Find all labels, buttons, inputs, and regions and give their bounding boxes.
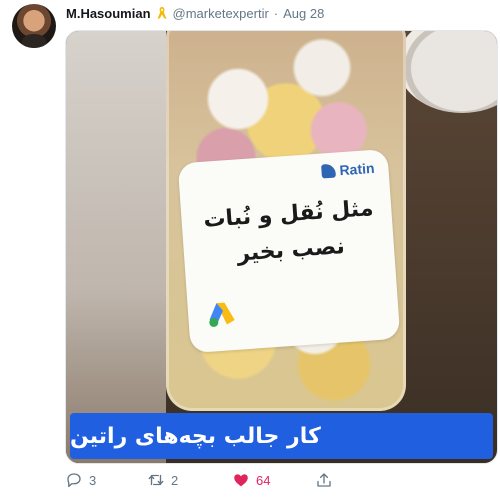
share-icon (317, 473, 331, 487)
photo-background-cloth (66, 31, 166, 463)
retweet-button[interactable]: 2 (147, 468, 178, 492)
share-button[interactable] (315, 468, 333, 492)
retweet-icon (148, 474, 164, 486)
ratin-logo-icon (321, 163, 336, 179)
reply-icon (67, 473, 81, 488)
label-line-2: نصب بخیر (236, 234, 346, 267)
tweet-header: M.Hasoumian @marketexpertir · Aug 28 (66, 4, 490, 22)
author-handle[interactable]: @marketexpertir (173, 6, 269, 21)
label-line-1: مثل نُقل و نُبات (202, 196, 375, 233)
tweet-date[interactable]: Aug 28 (283, 6, 324, 21)
tweet-actions: 3 2 64 (60, 468, 500, 492)
google-ads-icon (209, 302, 235, 327)
tweet-photo[interactable]: Ratin مثل نُقل و نُبات نصب بخیر کار جالب… (65, 30, 498, 464)
label-brand: Ratin (321, 160, 375, 180)
reply-count: 3 (89, 472, 97, 488)
retweet-count: 2 (171, 472, 179, 488)
like-button[interactable]: 64 (232, 468, 270, 492)
label-brand-text: Ratin (338, 159, 375, 179)
author-name[interactable]: M.Hasoumian (66, 6, 151, 21)
jar-label: Ratin مثل نُقل و نُبات نصب بخیر (177, 148, 401, 354)
photo-saucer (397, 31, 497, 113)
header-separator: · (273, 5, 279, 21)
photo-caption: کار جالب بچه‌های راتین (70, 413, 493, 459)
like-count: 64 (256, 472, 271, 488)
ribbon-icon (157, 7, 167, 19)
tweet[interactable]: M.Hasoumian @marketexpertir · Aug 28 Rat… (0, 0, 500, 499)
reply-button[interactable]: 3 (65, 468, 96, 492)
heart-icon (234, 474, 248, 487)
avatar[interactable] (12, 4, 56, 48)
